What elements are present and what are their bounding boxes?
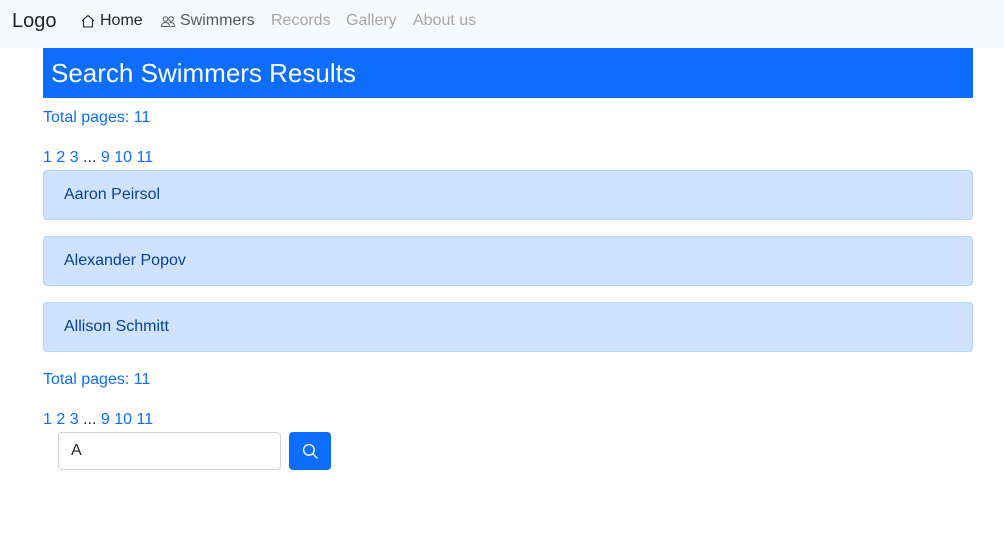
result-card[interactable]: Aaron Peirsol [43,170,973,220]
nav-item-label: Records [271,12,331,29]
swimmer-name: Aaron Peirsol [64,186,161,203]
nav-item-about-us[interactable]: About us [413,11,476,31]
nav-item-label: Gallery [346,12,397,29]
navbar: Logo Home Swimmers Records Gallery About… [0,0,1004,48]
page-link-11[interactable]: 11 [136,149,153,166]
page-link-1[interactable]: 1 [43,411,52,428]
page-link-2[interactable]: 2 [56,149,65,166]
nav-item-label: About us [413,12,477,29]
nav-item-label: Swimmers [180,12,255,29]
page-link-1[interactable]: 1 [43,149,52,166]
page-link-9[interactable]: 9 [101,149,110,166]
total-pages-label: Total pages: 11 [43,109,151,126]
page-link-10[interactable]: 10 [114,149,132,166]
search-icon [302,443,318,459]
swimmer-name: Allison Schmitt [64,318,169,335]
page-banner: Search Swimmers Results [43,48,973,98]
nav-item-swimmers[interactable]: Swimmers [160,11,255,31]
nav-item-label: Home [100,12,143,29]
pagination-ellipsis: ... [83,411,97,428]
page-link-9[interactable]: 9 [101,411,110,428]
nav-item-records[interactable]: Records [271,11,331,31]
page-link-3[interactable]: 3 [70,411,79,428]
nav-item-gallery[interactable]: Gallery [346,11,397,31]
result-card[interactable]: Allison Schmitt [43,302,973,352]
page-link-3[interactable]: 3 [70,149,79,166]
pagination-ellipsis: ... [83,149,97,166]
swimmer-name: Alexander Popov [64,252,186,269]
page-title: Search Swimmers Results [51,58,356,88]
page-link-2[interactable]: 2 [56,411,65,428]
pagination-top: 1 2 3 ... 9 10 11 [43,148,153,168]
search-input[interactable] [58,432,281,470]
search-button[interactable] [289,432,331,470]
home-icon [81,14,95,28]
page-link-11[interactable]: 11 [136,411,153,428]
result-card[interactable]: Alexander Popov [43,236,973,286]
brand-logo[interactable]: Logo [12,9,57,33]
pagination-bottom: 1 2 3 ... 9 10 11 [43,410,153,430]
nav-item-home[interactable]: Home [80,11,143,31]
people-icon [160,16,176,27]
total-pages-label: Total pages: 11 [43,371,151,388]
page-link-10[interactable]: 10 [114,411,132,428]
